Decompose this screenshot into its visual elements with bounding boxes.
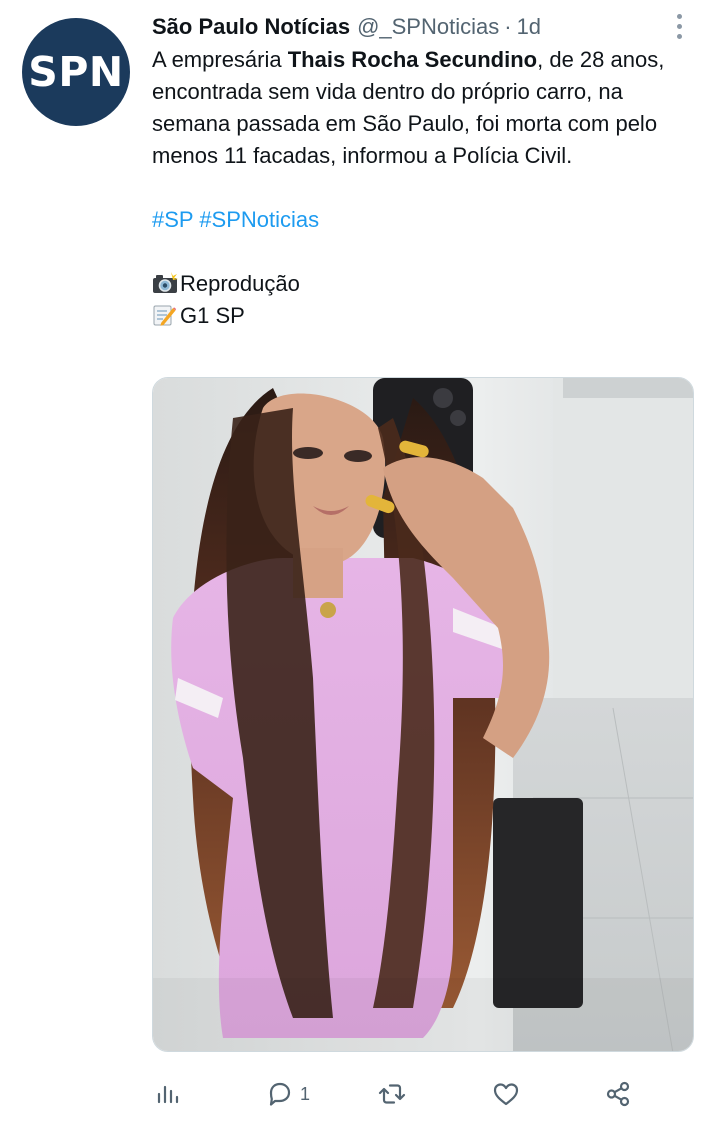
like-icon (493, 1083, 519, 1106)
share-icon (606, 1081, 630, 1107)
reply-icon (269, 1082, 291, 1106)
tweet-paragraph: A empresária Thais Rocha Secundino, de 2… (152, 44, 672, 172)
text-bold-name: Thais Rocha Secundino (287, 47, 538, 72)
avatar-logo-text: SPN (28, 48, 124, 96)
reply-count: 1 (300, 1083, 311, 1104)
tweet-actions: 1 (152, 1074, 682, 1114)
user-handle[interactable]: @_SPNoticias (357, 14, 499, 40)
tweet-header: São Paulo Notícias @_SPNoticias · 1d (152, 12, 541, 42)
selfie-photo-illustration (153, 378, 693, 1051)
timestamp[interactable]: 1d (517, 14, 541, 40)
share-button[interactable] (602, 1074, 634, 1114)
credit-source-text: G1 SP (180, 303, 245, 328)
display-name[interactable]: São Paulo Notícias (152, 14, 350, 40)
retweet-button[interactable] (376, 1074, 408, 1114)
avatar[interactable]: SPN (22, 18, 130, 126)
text-pre: A empresária (152, 47, 288, 72)
credit-photo-text: Reprodução (180, 271, 300, 296)
camera-flash-icon (153, 272, 178, 293)
retweet-icon (378, 1084, 406, 1104)
separator-dot: · (504, 14, 512, 39)
tweet-text: A empresária Thais Rocha Secundino, de 2… (152, 44, 672, 332)
hashtag-spnoticias[interactable]: #SPNoticias (199, 207, 319, 232)
reply-button[interactable]: 1 (264, 1074, 310, 1114)
hashtag-sp[interactable]: #SP (152, 207, 193, 232)
analytics-button[interactable] (152, 1074, 184, 1114)
like-button[interactable] (490, 1074, 522, 1114)
hashtag-line: #SP #SPNoticias (152, 204, 672, 236)
credit-source-line: G1 SP (152, 300, 672, 332)
memo-icon (153, 305, 176, 326)
analytics-icon (157, 1085, 179, 1104)
more-options-icon[interactable] (668, 10, 690, 42)
credit-photo-line: Reprodução (152, 268, 672, 300)
tweet-photo[interactable] (152, 377, 694, 1052)
